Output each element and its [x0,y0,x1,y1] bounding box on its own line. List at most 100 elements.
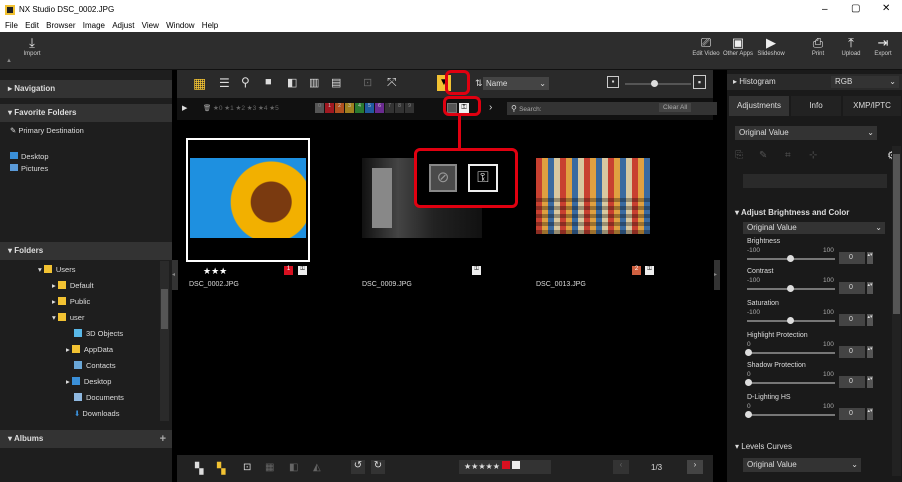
sort-select[interactable]: Name ⌄ [483,77,549,90]
favorite-pictures[interactable]: Pictures [10,164,48,173]
tree-appdata[interactable]: ▸ AppData [66,345,113,354]
toolbar-expand-icon[interactable]: ▲ [6,58,12,64]
rating-stars[interactable]: ★★★ [203,266,227,277]
favorite-primary-destination[interactable]: ✎ Primary Destination [10,126,84,135]
adjust-slider-knob[interactable] [745,411,752,418]
tab-adjustments[interactable]: Adjustments [729,96,789,116]
image-viewer-icon[interactable]: ■ [265,76,272,88]
crop-icon[interactable]: ⌗ [785,150,791,161]
slider-knob[interactable] [651,80,658,87]
stack-icon[interactable]: ▚ [195,462,203,475]
slider-value-input[interactable]: 0 [839,282,865,294]
compare-two-icon[interactable]: ▤ [331,76,341,89]
tree-3d-objects[interactable]: 3D Objects [74,329,123,338]
export-button[interactable]: ⇥ Export [870,35,896,57]
prev-page-button[interactable]: ‹ [613,460,629,474]
import-button[interactable]: ⤓ Import [20,35,44,57]
menu-help[interactable]: Help [202,21,218,30]
zoom-out-icon[interactable]: ▪ [607,76,619,88]
slider-value-input[interactable]: 0 [839,252,865,264]
stepper-icon[interactable]: ▴▾ [867,346,873,358]
adjust-slider-knob[interactable] [787,255,794,262]
slider-value-input[interactable]: 0 [839,314,865,326]
adjust-slider-track[interactable] [747,352,835,354]
rotate-right-icon[interactable]: ↻ [371,460,385,474]
maximize-button[interactable]: ▢ [851,3,860,14]
favorite-folders-header[interactable]: ▾ Favorite Folders [0,104,172,122]
tree-contacts[interactable]: Contacts [74,361,116,370]
filter-next-icon[interactable]: › [489,102,492,113]
fullscreen-icon[interactable]: ⤧ [387,75,397,90]
tree-default[interactable]: ▸ Default [52,281,94,290]
add-album-icon[interactable]: + [160,430,166,448]
thumbnail-1[interactable] [186,138,310,262]
menu-adjust[interactable]: Adjust [112,21,134,30]
menu-image[interactable]: Image [83,21,105,30]
trash-icon[interactable]: 🗑 [203,104,211,112]
slider-value-input[interactable]: 0 [839,408,865,420]
compare-icon[interactable]: ▥ [309,76,319,89]
adjust-slider-knob[interactable] [787,317,794,324]
stepper-icon[interactable]: ▴▾ [867,314,873,326]
menu-window[interactable]: Window [166,21,194,30]
albums-header[interactable]: ▾ Albums + [0,430,172,448]
list-view-icon[interactable]: ☰ [219,76,230,90]
bottom-rating[interactable]: ★★★★★ [459,460,551,474]
tree-user[interactable]: ▾ user [52,313,84,322]
adjust-slider-knob[interactable] [745,379,752,386]
edit-video-button[interactable]: ⎚ Edit Video [691,35,721,57]
next-page-button[interactable]: › [687,460,703,474]
label-icon[interactable]: ▚ [217,462,225,475]
tree-public[interactable]: ▸ Public [52,297,90,306]
folders-scrollbar[interactable] [160,261,169,421]
menu-file[interactable]: File [5,21,18,30]
levels-preset-select[interactable]: Original Value ⌄ [743,458,861,472]
copy-adjustments-icon[interactable]: ⎘ [735,150,743,161]
rotate-left-icon[interactable]: ↺ [351,460,365,474]
menu-edit[interactable]: Edit [25,21,39,30]
folders-header[interactable]: ▾ Folders [0,242,172,260]
upload-button[interactable]: ⤒ Upload [838,35,864,57]
print-button[interactable]: ⎙ Print [807,35,829,57]
brush-icon[interactable]: ✎ [759,150,767,161]
slideshow-button[interactable]: ▶ Slideshow [756,35,786,57]
thumbnail-3[interactable] [536,158,650,234]
stepper-icon[interactable]: ▴▾ [867,376,873,388]
map-icon[interactable]: ⚲ [241,75,250,89]
clear-all-button[interactable]: Clear All [659,103,692,112]
minimize-button[interactable]: – [822,4,828,15]
adjust-slider-knob[interactable] [745,349,752,356]
thumbnail-grid-icon[interactable]: ▦ [193,75,206,92]
menu-view[interactable]: View [142,21,159,30]
tab-info[interactable]: Info [791,96,841,116]
right-collapse-handle[interactable]: ▸ [714,260,720,290]
grid-icon[interactable]: ▦ [265,462,274,473]
stepper-icon[interactable]: ▴▾ [867,252,873,264]
left-collapse-handle[interactable]: ◂ [172,260,178,290]
adjust-slider-knob[interactable] [787,285,794,292]
section-preset-select[interactable]: Original Value ⌄ [743,222,885,234]
other-apps-button[interactable]: ▣ Other Apps [722,35,754,57]
stepper-icon[interactable]: ▴▾ [867,408,873,420]
tree-desktop[interactable]: ▸ Desktop [66,377,111,386]
tab-xmp-iptc[interactable]: XMP/IPTC [843,96,901,116]
filmstrip-icon[interactable]: ◧ [287,76,297,89]
stepper-icon[interactable]: ▴▾ [867,282,873,294]
adjust-slider-track[interactable] [747,414,835,416]
tree-downloads[interactable]: ⬇ Downloads [74,409,119,418]
right-scrollbar[interactable] [892,146,901,476]
adjust-slider-track[interactable] [747,382,835,384]
levels-curves-header[interactable]: ▾ Levels Curves [731,440,895,454]
zoom-in-icon[interactable]: ▪ [693,75,706,89]
tree-documents[interactable]: Documents [74,393,124,402]
close-button[interactable]: ✕ [882,3,890,14]
histogram-icon[interactable]: ◭ [313,462,321,473]
rotate-fit-icon[interactable]: ⊡ [363,76,372,89]
thumbnail-size-slider[interactable] [625,83,691,85]
channel-select[interactable]: RGB ⌄ [831,76,899,88]
collapsed-dropdown[interactable] [743,174,887,188]
menu-browser[interactable]: Browser [46,21,75,30]
info-icon[interactable]: ◧ [289,462,298,473]
rating-filter[interactable]: ★0 ★1 ★2 ★3 ★4 ★5 [213,104,279,112]
straighten-icon[interactable]: ⊹ [809,150,817,161]
